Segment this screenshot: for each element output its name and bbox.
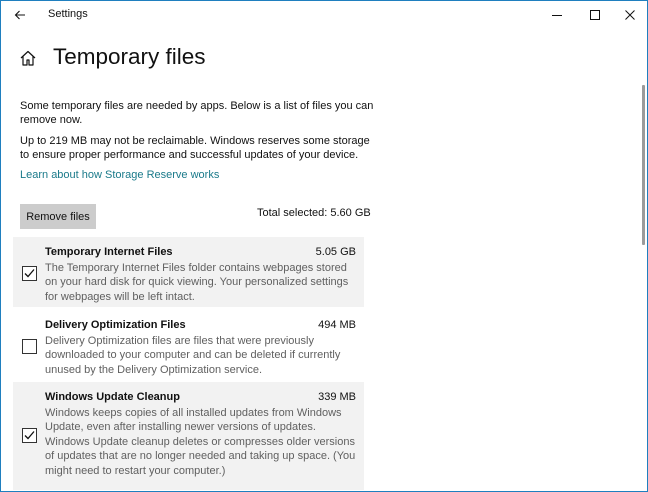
checkmark-icon: [24, 431, 35, 440]
file-item-delivery-optimization-files[interactable]: Delivery Optimization Files 494 MB Deliv…: [13, 310, 364, 380]
item-size: 339 MB: [318, 391, 356, 403]
checkmark-icon: [24, 269, 35, 278]
vertical-scrollbar[interactable]: [642, 85, 645, 245]
intro-text: Some temporary files are needed by apps.…: [20, 100, 374, 126]
maximize-icon: [590, 10, 600, 20]
item-name: Windows Update Cleanup: [45, 391, 180, 403]
remove-files-button[interactable]: Remove files: [20, 204, 96, 229]
item-description: The Temporary Internet Files folder cont…: [45, 262, 349, 303]
minimize-button[interactable]: [538, 1, 576, 29]
maximize-button[interactable]: [576, 1, 614, 29]
item-name: Delivery Optimization Files: [45, 319, 186, 331]
settings-window: Settings Temporary files Some temporary …: [0, 0, 648, 492]
window-title: Settings: [48, 8, 88, 20]
item-size: 5.05 GB: [315, 246, 356, 258]
item-description: Delivery Optimization files are files th…: [45, 335, 341, 376]
back-button[interactable]: [5, 1, 35, 29]
item-size: 494 MB: [318, 319, 356, 331]
page-title: Temporary files: [53, 44, 206, 69]
item-name: Temporary Internet Files: [45, 246, 173, 258]
total-selected: Total selected: 5.60 GB: [257, 207, 371, 219]
checkbox-windows-update-cleanup[interactable]: [22, 428, 37, 443]
home-icon: [20, 50, 36, 66]
close-button[interactable]: [611, 1, 647, 29]
home-button[interactable]: [19, 49, 37, 67]
file-item-temporary-internet-files[interactable]: Temporary Internet Files 5.05 GB The Tem…: [13, 237, 364, 307]
checkbox-temporary-internet-files[interactable]: [22, 266, 37, 281]
title-bar: Settings: [1, 1, 647, 29]
item-description: Windows keeps copies of all installed up…: [45, 407, 356, 477]
checkbox-delivery-optimization-files[interactable]: [22, 339, 37, 354]
back-arrow-icon: [14, 10, 25, 20]
storage-reserve-link[interactable]: Learn about how Storage Reserve works: [20, 169, 219, 181]
file-item-windows-update-cleanup[interactable]: Windows Update Cleanup 339 MB Windows ke…: [13, 382, 364, 490]
close-icon: [625, 10, 635, 20]
minimize-icon: [552, 15, 562, 16]
reserve-text: Up to 219 MB may not be reclaimable. Win…: [20, 135, 370, 161]
